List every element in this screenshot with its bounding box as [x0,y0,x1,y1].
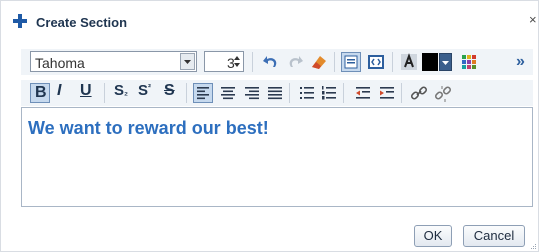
font-dropdown-button[interactable] [180,53,195,70]
unlink-icon[interactable] [433,83,453,103]
formatting-toolbar-bottom: B I U S₂ S² S [21,80,533,106]
subscript-button[interactable]: S₂ [114,82,128,99]
underline-button[interactable]: U [80,82,92,100]
chevron-down-icon [442,61,449,65]
toolbar-divider [401,83,402,103]
eraser-icon[interactable] [309,52,329,72]
document-view-icon [344,55,358,69]
color-palette-icon[interactable] [459,52,479,72]
align-left-button[interactable] [193,83,213,103]
text-color-dropdown[interactable] [439,53,452,71]
toolbar-divider [289,83,290,103]
redo-icon[interactable] [285,52,305,72]
subscript-label: S [114,82,125,99]
subscript-marker: ₂ [124,87,129,97]
align-center-icon[interactable] [218,83,238,103]
superscript-label: S [138,82,149,99]
stepper-arrows-icon[interactable] [233,54,241,69]
text-color-swatch[interactable] [422,53,438,71]
dialog-title: Create Section [36,15,128,30]
editor-content[interactable]: We want to reward our best! [28,118,269,139]
font-size-stepper[interactable]: 3 [204,51,244,72]
ok-button[interactable]: OK [414,225,452,247]
background-color-icon[interactable] [399,52,419,72]
link-icon[interactable] [409,83,429,103]
close-icon[interactable]: × [529,12,537,27]
toolbar-divider [104,83,105,103]
source-code-icon[interactable] [366,52,386,72]
resize-grip-icon[interactable] [531,244,537,250]
dialog-titlebar: Create Section × [1,1,539,35]
cancel-button[interactable]: Cancel [463,225,525,247]
bold-label: B [35,84,47,101]
align-left-icon [197,87,209,100]
numbered-list-icon[interactable] [319,83,339,103]
toolbar-divider [392,52,393,72]
toolbar-divider [334,52,335,72]
bold-button[interactable]: B [30,83,50,103]
italic-button[interactable]: I [57,82,61,100]
toolbar-divider [343,83,344,103]
rich-text-editor[interactable]: We want to reward our best! [21,107,533,207]
superscript-marker: ² [148,82,152,92]
more-tools-button[interactable]: » [516,53,525,71]
strikethrough-button[interactable]: S [164,82,175,100]
indent-icon[interactable] [377,83,397,103]
chevron-down-icon [184,60,191,64]
create-section-dialog: Create Section × Tahoma 3 » B I U S₂ S² … [0,0,539,252]
formatting-toolbar-top: Tahoma 3 » [21,49,533,75]
font-family-select[interactable]: Tahoma [30,51,197,72]
bulleted-list-icon[interactable] [297,83,317,103]
superscript-button[interactable]: S² [138,82,151,99]
toolbar-divider [186,83,187,103]
align-justify-icon[interactable] [265,83,285,103]
toolbar-divider [252,52,253,72]
align-right-icon[interactable] [242,83,262,103]
rich-text-mode-button[interactable] [341,52,361,72]
plus-icon [13,14,27,28]
font-family-value: Tahoma [35,55,85,71]
undo-icon[interactable] [261,52,281,72]
outdent-icon[interactable] [353,83,373,103]
